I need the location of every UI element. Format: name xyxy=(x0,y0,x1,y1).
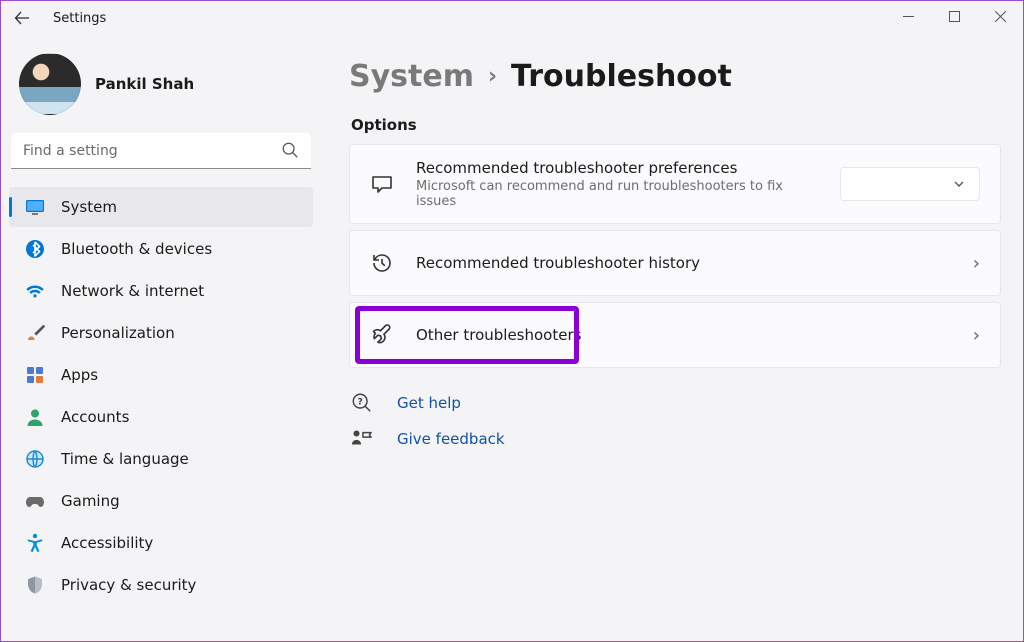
option-pref[interactable]: Recommended troubleshooter preferences Mi… xyxy=(349,144,1001,224)
section-title: Options xyxy=(351,116,1001,134)
main: System › Troubleshoot Options Recommende… xyxy=(321,35,1023,641)
sidebar: Pankil Shah System Bluetooth & devices Net… xyxy=(1,35,321,641)
game-icon xyxy=(25,491,45,511)
chevron-right-icon: › xyxy=(973,325,980,346)
back-arrow-icon xyxy=(14,10,30,26)
sidebar-item-system[interactable]: System xyxy=(9,187,313,227)
pref-dropdown[interactable] xyxy=(840,167,980,201)
sidebar-item-label: Time & language xyxy=(61,450,189,468)
wifi-icon xyxy=(25,281,45,301)
wrench-icon xyxy=(370,323,394,347)
sidebar-item-personalize[interactable]: Personalization xyxy=(9,313,313,353)
person-icon xyxy=(25,407,45,427)
titlebar: Settings xyxy=(1,1,1023,35)
comment-icon xyxy=(370,172,394,196)
svg-text:?: ? xyxy=(358,397,363,408)
chevron-right-icon: › xyxy=(488,64,497,89)
access-icon xyxy=(25,533,45,553)
help-icon: ? xyxy=(351,392,373,414)
search-input[interactable] xyxy=(11,133,311,169)
breadcrumb-parent[interactable]: System xyxy=(349,59,474,94)
sidebar-item-label: Apps xyxy=(61,366,98,384)
option-other[interactable]: Other troubleshooters › xyxy=(349,302,1001,368)
apps-icon xyxy=(25,365,45,385)
history-icon xyxy=(370,251,394,275)
feedback-icon xyxy=(351,428,373,450)
avatar xyxy=(19,53,81,115)
profile-name: Pankil Shah xyxy=(95,75,194,93)
globe-icon xyxy=(25,449,45,469)
sidebar-item-gaming[interactable]: Gaming xyxy=(9,481,313,521)
sidebar-item-label: System xyxy=(61,198,117,216)
nav: System Bluetooth & devices Network & inter… xyxy=(9,187,313,605)
sidebar-item-privacy[interactable]: Privacy & security xyxy=(9,565,313,605)
get-help-label: Get help xyxy=(397,394,461,412)
maximize-button[interactable] xyxy=(931,1,977,31)
search-icon xyxy=(281,141,299,159)
sidebar-item-label: Bluetooth & devices xyxy=(61,240,212,258)
footer-links: ? Get help Give feedback xyxy=(349,392,1001,450)
sidebar-item-label: Network & internet xyxy=(61,282,204,300)
sidebar-item-apps[interactable]: Apps xyxy=(9,355,313,395)
sidebar-item-network[interactable]: Network & internet xyxy=(9,271,313,311)
profile[interactable]: Pankil Shah xyxy=(19,53,311,115)
option-title: Recommended troubleshooter history xyxy=(416,254,951,272)
option-title: Other troubleshooters xyxy=(416,326,951,344)
chevron-down-icon xyxy=(953,178,965,190)
minimize-button[interactable] xyxy=(885,1,931,31)
system-icon xyxy=(25,197,45,217)
options-list: Recommended troubleshooter preferences Mi… xyxy=(349,144,1001,368)
window-title: Settings xyxy=(53,11,106,26)
search xyxy=(11,133,311,169)
sidebar-item-label: Gaming xyxy=(61,492,120,510)
sidebar-item-label: Accounts xyxy=(61,408,129,426)
window-controls xyxy=(885,1,1023,31)
back-button[interactable] xyxy=(5,1,39,35)
sidebar-item-label: Accessibility xyxy=(61,534,153,552)
chevron-right-icon: › xyxy=(973,253,980,274)
breadcrumb-current: Troubleshoot xyxy=(511,59,732,94)
brush-icon xyxy=(25,323,45,343)
sidebar-item-accessibility[interactable]: Accessibility xyxy=(9,523,313,563)
get-help-link[interactable]: ? Get help xyxy=(349,392,1001,414)
sidebar-item-time[interactable]: Time & language xyxy=(9,439,313,479)
close-button[interactable] xyxy=(977,1,1023,31)
sidebar-item-label: Personalization xyxy=(61,324,175,342)
shield-icon xyxy=(25,575,45,595)
breadcrumb: System › Troubleshoot xyxy=(349,59,1001,94)
give-feedback-link[interactable]: Give feedback xyxy=(349,428,1001,450)
option-desc: Microsoft can recommend and run troubles… xyxy=(416,179,818,209)
bluetooth-icon xyxy=(25,239,45,259)
option-title: Recommended troubleshooter preferences xyxy=(416,159,818,177)
sidebar-item-label: Privacy & security xyxy=(61,576,196,594)
option-history[interactable]: Recommended troubleshooter history › xyxy=(349,230,1001,296)
give-feedback-label: Give feedback xyxy=(397,430,505,448)
sidebar-item-bluetooth[interactable]: Bluetooth & devices xyxy=(9,229,313,269)
sidebar-item-accounts[interactable]: Accounts xyxy=(9,397,313,437)
